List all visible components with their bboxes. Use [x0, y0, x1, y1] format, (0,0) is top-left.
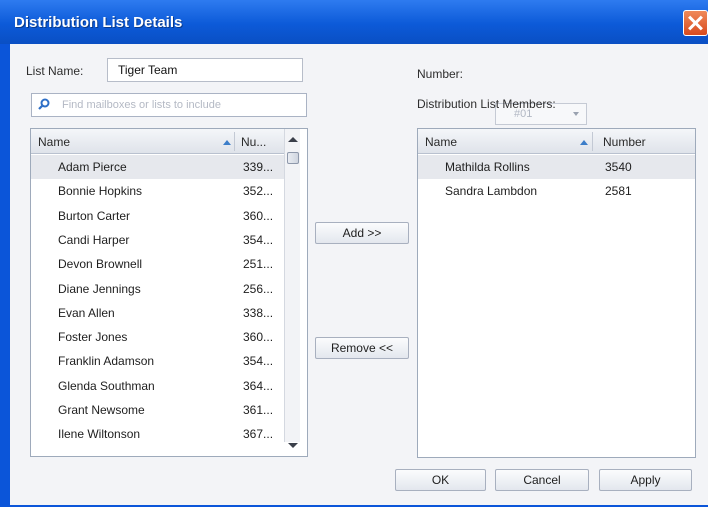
column-header-name[interactable]: Name [38, 135, 70, 149]
table-row[interactable]: Diane Jennings 256... [31, 277, 284, 301]
members-label: Distribution List Members: [417, 97, 556, 111]
row-number: 251... [243, 257, 274, 272]
table-row[interactable]: Devon Brownell 251... [31, 252, 284, 276]
table-row[interactable]: Glenda Southman 364... [31, 374, 284, 398]
row-name: Franklin Adamson [58, 354, 155, 369]
remove-button[interactable]: Remove << [315, 337, 409, 359]
chevron-down-icon [573, 112, 579, 116]
row-name: Ilene Wiltonson [58, 427, 141, 442]
row-name: Diane Jennings [58, 281, 141, 296]
table-row[interactable]: Evan Allen 338... [31, 301, 284, 325]
row-name: Burton Carter [58, 208, 131, 223]
scroll-thumb[interactable] [287, 152, 299, 164]
table-row[interactable]: Burton Carter 360... [31, 204, 284, 228]
row-number: 352... [243, 184, 274, 199]
row-number: 361... [243, 403, 274, 417]
cancel-button[interactable]: Cancel [495, 469, 589, 491]
number-label: Number: [417, 67, 464, 81]
apply-button[interactable]: Apply [599, 469, 692, 491]
search-icon [38, 98, 50, 110]
available-list[interactable]: Name Nu... Adam Pierce 339... Bonnie Hopki… [30, 128, 308, 457]
row-number: 367... [243, 427, 274, 442]
table-row[interactable]: Grant Newsome 361... [31, 398, 284, 422]
dialog-window: Distribution List Details List Name: Tig… [0, 0, 708, 507]
row-name: Devon Brownell [58, 257, 143, 272]
table-row[interactable]: Bonnie Hopkins 352... [31, 179, 284, 203]
column-header-number[interactable]: Nu... [241, 135, 266, 149]
table-row[interactable]: Franklin Adamson 354... [31, 349, 284, 373]
row-number: 339... [243, 160, 274, 174]
row-name: Grant Newsome [58, 403, 145, 417]
row-name: Foster Jones [58, 330, 128, 345]
row-number: 2581 [605, 184, 632, 199]
members-list[interactable]: Name Number Mathilda Rollins 3540 Sandra L… [417, 128, 696, 458]
table-row[interactable]: Candi Harper 354... [31, 228, 284, 252]
table-row[interactable]: Adam Pierce 339... [31, 155, 284, 179]
available-list-header: Name Nu... [31, 129, 285, 154]
ok-button[interactable]: OK [395, 469, 486, 491]
table-row[interactable]: Foster Jones 360... [31, 325, 284, 349]
row-name: Candi Harper [58, 232, 130, 247]
row-number: 360... [243, 330, 274, 345]
scroll-down-icon[interactable] [288, 443, 298, 448]
title-bar[interactable]: Distribution List Details [0, 0, 708, 44]
table-row[interactable]: Mathilda Rollins 3540 [418, 155, 695, 179]
dialog-body: List Name: Tiger Team Find mailboxes or … [10, 44, 708, 505]
row-number: 3540 [605, 160, 632, 174]
row-name: Evan Allen [58, 305, 115, 320]
row-number: 364... [243, 378, 274, 393]
row-name: Glenda Southman [58, 378, 155, 393]
row-name: Adam Pierce [58, 160, 127, 174]
available-list-scrollbar[interactable] [284, 129, 300, 448]
table-row[interactable]: Ilene Wiltonson 367... [31, 422, 284, 446]
scroll-up-icon[interactable] [288, 137, 298, 142]
row-name: Bonnie Hopkins [58, 184, 143, 199]
list-name-input[interactable]: Tiger Team [107, 58, 303, 82]
table-row[interactable]: Sandra Lambdon 2581 [418, 179, 695, 203]
row-number: 360... [243, 208, 274, 223]
close-button[interactable] [683, 10, 708, 36]
list-name-label: List Name: [26, 64, 84, 78]
row-name: Sandra Lambdon [445, 184, 538, 199]
members-list-header: Name Number [418, 129, 695, 154]
row-number: 354... [243, 232, 274, 247]
row-number: 354... [243, 354, 274, 369]
search-placeholder: Find mailboxes or lists to include [62, 99, 221, 111]
dialog-title: Distribution List Details [14, 14, 183, 31]
column-header-name[interactable]: Name [425, 135, 457, 149]
sort-ascending-icon [223, 140, 231, 145]
row-number: 256... [243, 281, 274, 296]
search-input[interactable]: Find mailboxes or lists to include [31, 93, 307, 117]
row-number: 338... [243, 305, 274, 320]
column-header-number[interactable]: Number [603, 135, 646, 149]
sort-ascending-icon [580, 140, 588, 145]
add-button[interactable]: Add >> [315, 222, 409, 244]
row-name: Mathilda Rollins [445, 160, 530, 174]
